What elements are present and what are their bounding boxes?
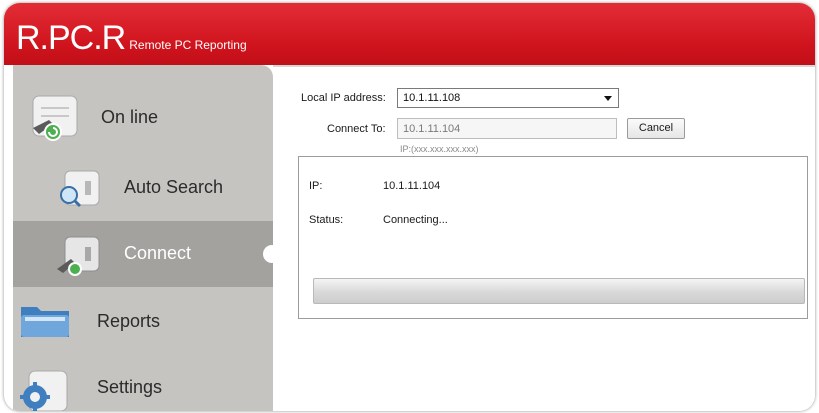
connect-to-label: Connect To: bbox=[327, 123, 386, 135]
sidebar-item-label: Connect bbox=[124, 243, 192, 263]
local-ip-label: Local IP address: bbox=[301, 92, 386, 104]
folder-icon bbox=[17, 299, 73, 346]
status-ip-value: 10.1.11.104 bbox=[383, 180, 441, 192]
sidebar-item-label: Auto Search bbox=[124, 177, 224, 197]
connect-plug-icon bbox=[55, 235, 103, 282]
status-label: Status: bbox=[309, 214, 344, 226]
main-content: Local IP address: 10.1.11.108 Connect To… bbox=[273, 65, 815, 411]
logo-subtitle: Remote PC Reporting bbox=[129, 38, 247, 52]
title-bar: R.PC.R Remote PC Reporting bbox=[4, 3, 815, 65]
connection-progress-bar bbox=[313, 278, 805, 304]
status-ip-label: IP: bbox=[309, 180, 323, 192]
logo-main-text: R.PC.R bbox=[16, 19, 126, 57]
content-divider bbox=[273, 65, 815, 67]
ip-format-hint: IP:(xxx.xxx.xxx.xxx) bbox=[400, 144, 479, 154]
sidebar-item-connect[interactable]: Connect bbox=[13, 221, 281, 287]
sidebar-item-auto-search[interactable]: Auto Search bbox=[13, 155, 273, 221]
sidebar-item-online[interactable]: On line bbox=[13, 75, 273, 155]
app-window: R.PC.R Remote PC Reporting On line Auto … bbox=[4, 3, 815, 411]
connect-to-input[interactable] bbox=[397, 118, 617, 139]
cancel-button[interactable]: Cancel bbox=[627, 118, 685, 139]
sidebar: On line Auto Search Connect Reports Sett… bbox=[13, 65, 281, 411]
local-ip-value: 10.1.11.108 bbox=[403, 92, 461, 104]
sidebar-item-label: On line bbox=[101, 107, 159, 127]
app-logo: R.PC.R Remote PC Reporting bbox=[16, 19, 247, 58]
sidebar-item-reports[interactable]: Reports bbox=[13, 287, 273, 353]
network-connection-icon bbox=[27, 92, 83, 149]
local-ip-select[interactable]: 10.1.11.108 bbox=[397, 88, 619, 108]
connection-status-panel: IP: 10.1.11.104 Status: Connecting... bbox=[298, 156, 808, 319]
sidebar-item-settings[interactable]: Settings bbox=[13, 353, 273, 411]
sidebar-item-label: Reports bbox=[97, 311, 161, 331]
chevron-down-icon bbox=[604, 96, 612, 101]
sidebar-item-label: Settings bbox=[97, 377, 163, 397]
gear-icon bbox=[19, 369, 71, 411]
status-value: Connecting... bbox=[383, 214, 448, 226]
magnifier-search-icon bbox=[55, 169, 103, 216]
